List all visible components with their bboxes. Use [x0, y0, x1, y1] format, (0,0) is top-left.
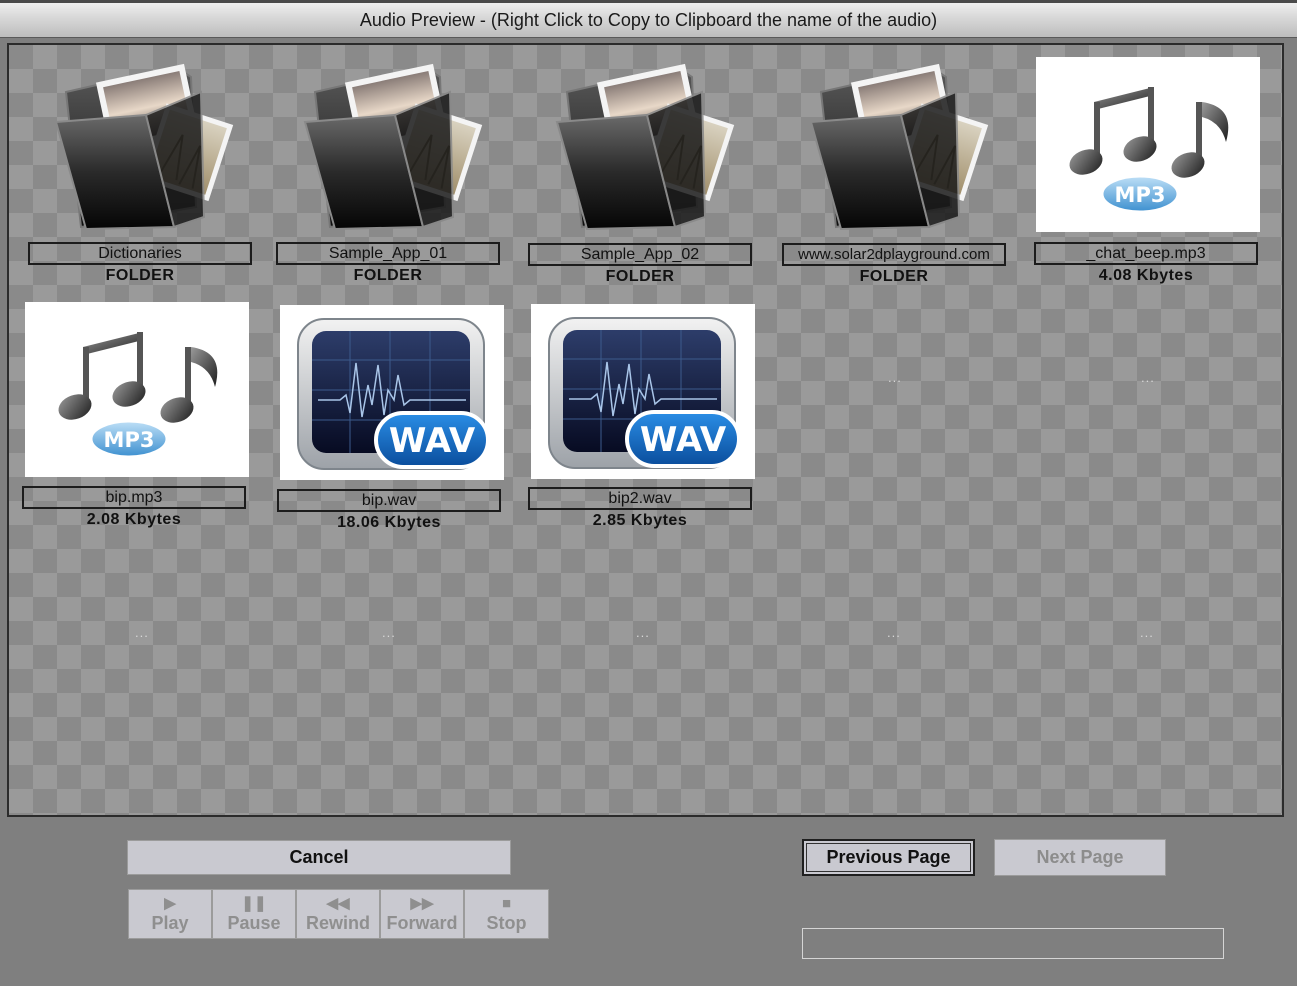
- forward-button[interactable]: ▶▶ Forward: [380, 889, 464, 939]
- item-name: _chat_beep.mp3: [1034, 242, 1258, 265]
- empty-slot: ...: [382, 625, 396, 640]
- folder-icon: [26, 57, 250, 232]
- wav-icon: [280, 305, 504, 480]
- audio-grid: Dictionaries FOLDER Sample_App_01 FOLDER…: [7, 43, 1284, 817]
- item-info: 4.08 Kbytes: [1098, 267, 1194, 284]
- forward-icon: ▶▶: [410, 895, 434, 912]
- title-bar: Audio Preview - (Right Click to Copy to …: [0, 0, 1297, 38]
- item-name: www.solar2dplayground.com: [782, 243, 1006, 266]
- item-info: 2.08 Kbytes: [86, 511, 182, 528]
- empty-slot: ...: [636, 625, 650, 640]
- forward-label: Forward: [386, 913, 458, 933]
- media-controls: ▶ Play ❚❚ Pause ◀◀ Rewind ▶▶ Forward ■ S…: [128, 889, 549, 939]
- mp3-icon: [25, 302, 249, 477]
- folder-icon: [781, 57, 1005, 232]
- next-page-button[interactable]: Next Page: [994, 839, 1166, 876]
- pause-button[interactable]: ❚❚ Pause: [212, 889, 296, 939]
- status-field: [802, 928, 1224, 959]
- item-info: FOLDER: [605, 268, 675, 285]
- item-info: 18.06 Kbytes: [337, 514, 441, 531]
- empty-slot: ...: [135, 625, 149, 640]
- item-info: FOLDER: [353, 267, 423, 284]
- item-name: bip.wav: [277, 489, 501, 512]
- play-button[interactable]: ▶ Play: [128, 889, 212, 939]
- empty-slot: ...: [887, 625, 901, 640]
- item-name: Sample_App_01: [276, 242, 500, 265]
- cancel-button[interactable]: Cancel: [127, 840, 511, 875]
- folder-icon: [527, 57, 751, 232]
- rewind-icon: ◀◀: [326, 895, 350, 912]
- pause-icon: ❚❚: [241, 895, 267, 912]
- empty-slot: ...: [1140, 625, 1154, 640]
- item-name: Dictionaries: [28, 242, 252, 265]
- empty-slot: ...: [888, 370, 902, 385]
- empty-slot: ...: [1141, 370, 1155, 385]
- pause-label: Pause: [227, 913, 281, 933]
- play-label: Play: [151, 913, 189, 933]
- stop-label: Stop: [486, 913, 527, 933]
- item-info: FOLDER: [859, 268, 929, 285]
- rewind-button[interactable]: ◀◀ Rewind: [296, 889, 380, 939]
- wav-icon: [531, 304, 755, 479]
- item-info: FOLDER: [105, 267, 175, 284]
- title-bar-edge: [0, 0, 1297, 3]
- item-info: 2.85 Kbytes: [592, 512, 688, 529]
- stop-icon: ■: [501, 895, 512, 912]
- previous-page-button[interactable]: Previous Page: [802, 839, 975, 876]
- window-title: Audio Preview - (Right Click to Copy to …: [359, 10, 938, 30]
- play-icon: ▶: [164, 895, 176, 912]
- folder-icon: [275, 57, 499, 232]
- rewind-label: Rewind: [305, 913, 370, 933]
- item-name: bip.mp3: [22, 486, 246, 509]
- item-name: bip2.wav: [528, 487, 752, 510]
- item-name: Sample_App_02: [528, 243, 752, 266]
- mp3-icon: [1036, 57, 1260, 232]
- stop-button[interactable]: ■ Stop: [464, 889, 549, 939]
